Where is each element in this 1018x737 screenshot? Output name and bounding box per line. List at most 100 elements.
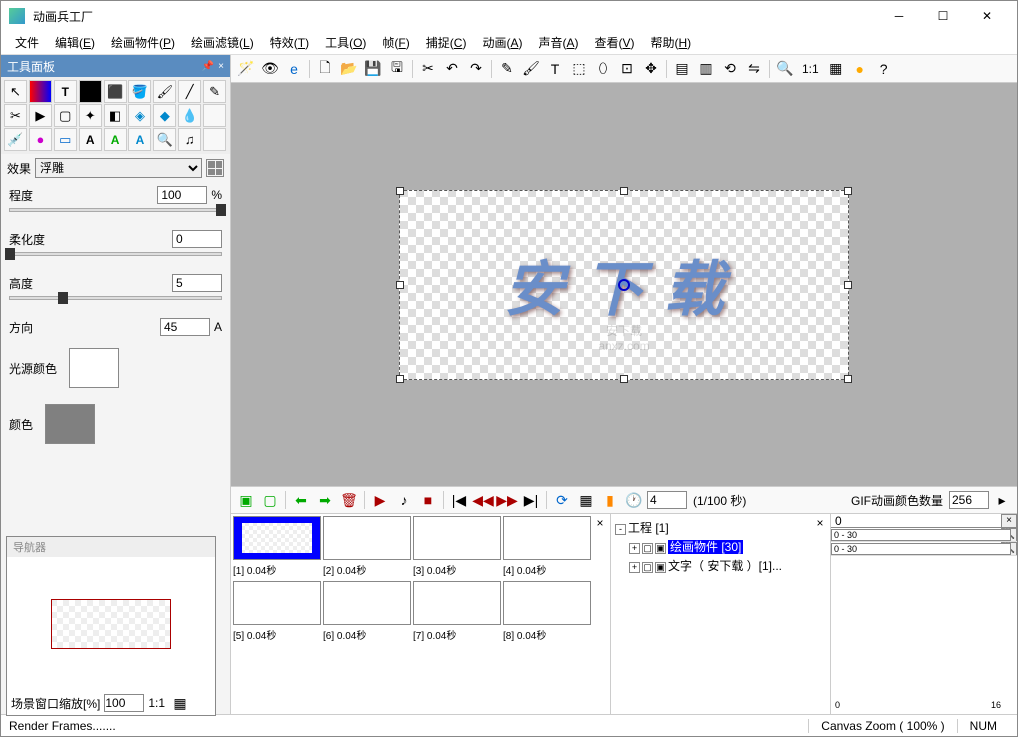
frame-6[interactable]: [6] 0.04秒 xyxy=(323,581,411,644)
ft-sound-icon[interactable]: ♪ xyxy=(393,489,415,511)
direction-input[interactable] xyxy=(160,318,210,336)
soft-slider[interactable] xyxy=(9,252,222,256)
tb-layer1-icon[interactable]: ▤ xyxy=(671,58,693,80)
menu-capture[interactable]: 捕捉(C) xyxy=(420,32,473,53)
pin-icon[interactable]: 📌 xyxy=(202,61,214,72)
tb-undo-icon[interactable]: ↶ xyxy=(441,58,463,80)
tb-layer2-icon[interactable]: ▥ xyxy=(695,58,717,80)
tool-pen[interactable]: ✎ xyxy=(203,80,226,103)
tool-3d[interactable]: ◈ xyxy=(128,104,151,127)
menu-objects[interactable]: 绘画物件(P) xyxy=(105,32,181,53)
tool-eyedrop[interactable]: 💉 xyxy=(4,128,27,151)
tool-bucket[interactable]: 🪣 xyxy=(128,80,151,103)
tree-panel-close[interactable]: × xyxy=(812,516,828,532)
tb-rotate-icon[interactable]: ⟲ xyxy=(719,58,741,80)
frame-5[interactable]: [5] 0.04秒 xyxy=(233,581,321,644)
tb-open-icon[interactable]: 📂 xyxy=(338,58,360,80)
tool-blur[interactable]: 💧 xyxy=(178,104,201,127)
tool-rect[interactable]: ▢ xyxy=(54,104,77,127)
ft-green1-icon[interactable]: ▣ xyxy=(235,489,257,511)
tb-select-icon[interactable]: ⬚ xyxy=(568,58,590,80)
ft-prev-icon[interactable]: ⬅ xyxy=(290,489,312,511)
tb-saveas-icon[interactable]: 🖫 xyxy=(386,58,408,80)
maximize-button[interactable]: ☐ xyxy=(921,2,965,30)
timeline-row-2[interactable]: 0 - 30 xyxy=(831,542,1017,556)
tb-save-icon[interactable]: 💾 xyxy=(362,58,384,80)
tool-frame[interactable]: ▭ xyxy=(54,128,77,151)
tb-new-icon[interactable]: 🗋 xyxy=(314,58,336,80)
soft-input[interactable] xyxy=(172,230,222,248)
delay-input[interactable] xyxy=(647,491,687,509)
ft-palette-icon[interactable]: ▦ xyxy=(575,489,597,511)
tool-text[interactable]: T xyxy=(54,80,77,103)
canvas-object[interactable]: 安下载 安下载 anxz.com xyxy=(399,190,849,380)
ft-green2-icon[interactable]: ▢ xyxy=(259,489,281,511)
panel-close-icon[interactable]: × xyxy=(218,61,224,72)
frame-1[interactable]: [1] 0.04秒 xyxy=(233,516,321,579)
frame-3[interactable]: [3] 0.04秒 xyxy=(413,516,501,579)
ft-play-icon[interactable]: ▶ xyxy=(369,489,391,511)
tb-crop-icon[interactable]: ⊡ xyxy=(616,58,638,80)
tool-shape[interactable]: ⬛ xyxy=(104,80,127,103)
tool-select[interactable]: ▶ xyxy=(29,104,52,127)
frame-8[interactable]: [8] 0.04秒 xyxy=(503,581,591,644)
tree-item-2[interactable]: +▢▣文字（ 安下载 ）[1]... xyxy=(615,556,826,575)
color-swatch[interactable] xyxy=(45,404,95,444)
tool-eraser[interactable]: ◧ xyxy=(104,104,127,127)
tb-color-icon[interactable]: ● xyxy=(849,58,871,80)
tb-flip-icon[interactable]: ⇋ xyxy=(743,58,765,80)
light-color-swatch[interactable] xyxy=(69,348,119,388)
menu-filters[interactable]: 绘画滤镜(L) xyxy=(185,32,260,53)
tool-line[interactable]: ╱ xyxy=(178,80,201,103)
menu-effects[interactable]: 特效(T) xyxy=(264,32,315,53)
tool-crop[interactable]: ✂ xyxy=(4,104,27,127)
frame-panel-close[interactable]: × xyxy=(592,516,608,532)
tool-text-a3[interactable]: A xyxy=(128,128,151,151)
effect-select[interactable]: 浮雕 xyxy=(35,158,202,178)
ft-clock-icon[interactable]: 🕐 xyxy=(623,489,645,511)
tb-pencil-icon[interactable]: ✎ xyxy=(496,58,518,80)
tree-root[interactable]: -工程 [1] xyxy=(615,518,826,537)
degree-input[interactable] xyxy=(157,186,207,204)
ft-stop-icon[interactable]: ■ xyxy=(417,489,439,511)
tool-gradient[interactable] xyxy=(29,80,52,103)
ft-ff-icon[interactable]: ▶▶ xyxy=(496,489,518,511)
gif-colors-btn[interactable]: ▸ xyxy=(991,489,1013,511)
tb-lasso-icon[interactable]: ⬯ xyxy=(592,58,614,80)
tb-globe-icon[interactable]: e xyxy=(283,58,305,80)
tool-circle[interactable]: ● xyxy=(29,128,52,151)
degree-slider[interactable] xyxy=(9,208,222,212)
ft-bars-icon[interactable]: ▮ xyxy=(599,489,621,511)
menu-file[interactable]: 文件 xyxy=(9,32,45,53)
frame-7[interactable]: [7] 0.04秒 xyxy=(413,581,501,644)
tool-wand[interactable]: ✦ xyxy=(79,104,102,127)
ft-rew-icon[interactable]: ◀◀ xyxy=(472,489,494,511)
nav-fit-icon[interactable]: ▦ xyxy=(169,692,191,714)
center-mark-icon[interactable] xyxy=(618,279,630,291)
tool-brush[interactable]: 🖌 xyxy=(153,80,176,103)
frame-4[interactable]: [4] 0.04秒 xyxy=(503,516,591,579)
close-button[interactable]: ✕ xyxy=(965,2,1009,30)
ft-next-icon[interactable]: ➡ xyxy=(314,489,336,511)
minimize-button[interactable]: ─ xyxy=(877,2,921,30)
timeline-row-1[interactable]: 0 - 30 xyxy=(831,528,1017,542)
tool-music[interactable]: ♫ xyxy=(178,128,201,151)
tool-text-a[interactable]: A xyxy=(79,128,102,151)
tool-blank2[interactable] xyxy=(203,128,226,151)
canvas-area[interactable]: 安下载 安下载 anxz.com xyxy=(231,83,1017,486)
height-slider[interactable] xyxy=(9,296,222,300)
tool-text-a2[interactable]: A xyxy=(104,128,127,151)
menu-anim[interactable]: 动画(A) xyxy=(476,32,528,53)
tb-cut-icon[interactable]: ✂ xyxy=(417,58,439,80)
ft-first-icon[interactable]: |◀ xyxy=(448,489,470,511)
tb-eye-icon[interactable]: 👁 xyxy=(259,58,281,80)
ft-loop-icon[interactable]: ⟳ xyxy=(551,489,573,511)
tb-move-icon[interactable]: ✥ xyxy=(640,58,662,80)
menu-sound[interactable]: 声音(A) xyxy=(532,32,584,53)
menu-edit[interactable]: 编辑(E) xyxy=(49,32,101,53)
tool-fill2[interactable]: ◆ xyxy=(153,104,176,127)
tool-pointer[interactable]: ↖ xyxy=(4,80,27,103)
menu-tools[interactable]: 工具(O) xyxy=(319,32,372,53)
frame-2[interactable]: [2] 0.04秒 xyxy=(323,516,411,579)
tb-wand-icon[interactable]: 🪄 xyxy=(235,58,257,80)
